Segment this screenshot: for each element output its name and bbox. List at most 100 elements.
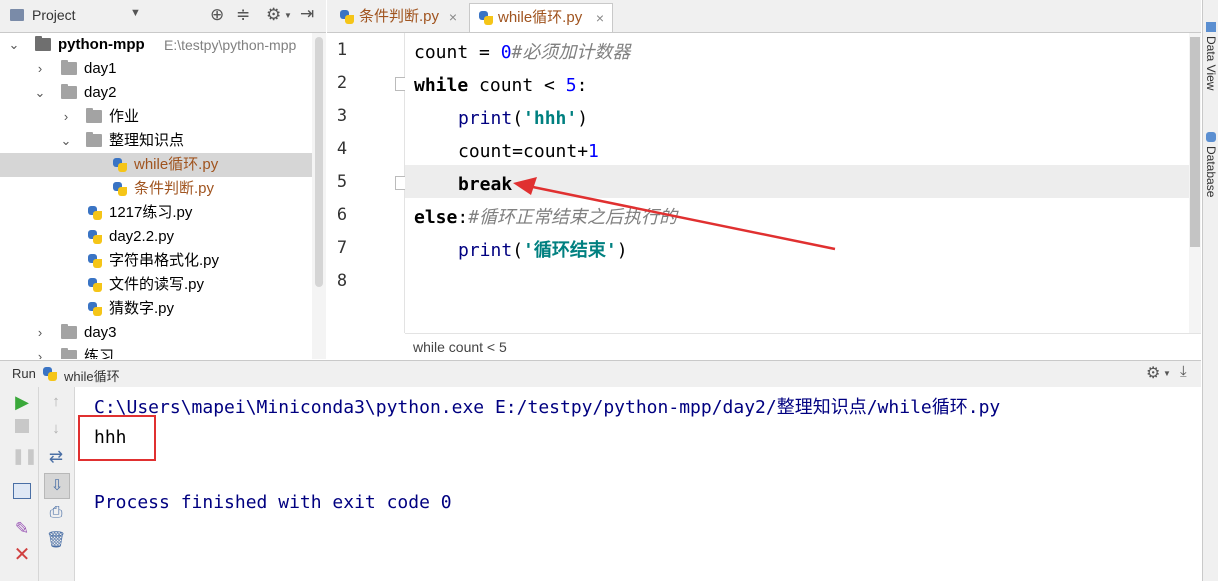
line-number: 1 — [336, 40, 348, 60]
tree-node-condition-file[interactable]: 条件判断.py — [0, 177, 312, 201]
line-number: 8 — [336, 271, 348, 291]
chevron-down-icon[interactable]: ⌄ — [60, 129, 72, 153]
scroll-down-icon[interactable]: ↓ — [46, 419, 66, 439]
right-tool-strip: Data View Database — [1202, 0, 1218, 360]
tree-label: while循环.py — [134, 156, 219, 173]
run-toolbar-secondary: ↑ ↓ ⇄ ⇩ ⎙ 🗑 — [39, 387, 75, 581]
tree-label: 字符串格式化.py — [109, 252, 220, 269]
rerun-icon[interactable]: ▶ — [12, 392, 32, 412]
tree-label: 作业 — [109, 108, 140, 125]
python-file-icon — [87, 277, 103, 293]
run-settings-gear-icon[interactable]: ⚙ — [1146, 363, 1160, 383]
hide-icon[interactable]: ⇥ — [300, 4, 314, 24]
chevron-right-icon[interactable]: › — [34, 321, 46, 345]
folder-icon — [61, 324, 77, 339]
trash-icon[interactable]: 🗑 — [46, 531, 66, 551]
tab-label: while循环.py — [498, 9, 583, 26]
tree-label: python-mpp — [58, 36, 145, 53]
locate-icon[interactable]: ⊕ — [210, 5, 224, 25]
console-output[interactable]: C:\Users\mapei\Miniconda3\python.exe E:/… — [75, 387, 1201, 581]
line-number: 4 — [336, 139, 348, 159]
tree-label: 猜数字.py — [109, 300, 175, 317]
layout-icon[interactable] — [12, 483, 32, 503]
folder-icon — [61, 60, 77, 75]
tree-node-notes[interactable]: ⌄ 整理知识点 — [0, 129, 312, 153]
chevron-down-icon[interactable]: ⌄ — [8, 33, 20, 57]
tree-node-homework[interactable]: › 作业 — [0, 105, 312, 129]
data-view-tab[interactable]: Data View — [1204, 36, 1218, 90]
tree-label: day1 — [84, 60, 117, 77]
python-file-icon — [42, 366, 58, 382]
annotation-box — [78, 415, 156, 461]
folder-icon — [61, 84, 77, 99]
tree-node-day1[interactable]: › day1 — [0, 57, 312, 81]
editor-scrollbar[interactable] — [1189, 33, 1201, 333]
gear-icon[interactable]: ⚙ — [266, 5, 281, 25]
console-command-line: C:\Users\mapei\Miniconda3\python.exe E:/… — [94, 397, 1001, 418]
tree-node-while-file[interactable]: while循环.py — [0, 153, 312, 177]
python-file-icon — [87, 205, 103, 221]
run-right-strip — [1202, 360, 1218, 581]
scroll-to-end-icon[interactable]: ⇩ — [44, 473, 70, 499]
tab-condition-file[interactable]: 条件判断.py × — [331, 3, 465, 32]
tree-node-day22-file[interactable]: day2.2.py — [0, 225, 312, 249]
tree-node-1217-file[interactable]: 1217练习.py — [0, 201, 312, 225]
tree-node-fileio-file[interactable]: 文件的读写.py — [0, 273, 312, 297]
python-file-icon — [478, 10, 494, 26]
code-editor[interactable]: count = 0#必须加计数器 while count < 5: print(… — [405, 33, 1189, 333]
tree-label: 条件判断.py — [134, 180, 215, 197]
tab-while-file[interactable]: while循环.py × — [469, 3, 613, 32]
close-tab-icon[interactable]: × — [596, 4, 604, 32]
project-panel-title[interactable]: Project — [32, 7, 76, 23]
run-config-name[interactable]: while循环 — [64, 366, 120, 385]
project-tree: ⌄ python-mpp E:\testpy\python-mpp › day1… — [0, 33, 312, 359]
console-exit-line: Process finished with exit code 0 — [94, 492, 452, 513]
project-panel-header: Project ▼ ⊕ ≑ ⚙ ▼ ⇥ — [0, 0, 326, 33]
tree-node-guess-file[interactable]: 猜数字.py — [0, 297, 312, 321]
collapse-icon[interactable]: ≑ — [236, 5, 250, 25]
tree-label: 文件的读写.py — [109, 276, 205, 293]
close-icon[interactable]: ✕ — [12, 545, 32, 565]
editor-gutter: 1 2 3 4 5 6 7 8 — [327, 33, 409, 333]
annotation-arrow — [513, 177, 836, 251]
folder-icon — [61, 348, 77, 359]
tree-node-root[interactable]: ⌄ python-mpp E:\testpy\python-mpp — [0, 33, 312, 57]
line-number: 6 — [336, 205, 348, 225]
scrollbar-thumb[interactable] — [1190, 37, 1200, 247]
python-file-icon — [112, 157, 128, 173]
line-number: 2 — [336, 73, 348, 93]
tree-node-format-file[interactable]: 字符串格式化.py — [0, 249, 312, 273]
tree-node-day3[interactable]: › day3 — [0, 321, 312, 345]
soft-wrap-icon[interactable]: ⇄ — [46, 447, 66, 467]
close-tab-icon[interactable]: × — [449, 3, 457, 31]
scrollbar-thumb[interactable] — [315, 37, 323, 287]
tree-path: E:\testpy\python-mpp — [164, 37, 297, 53]
gear-dropdown-icon[interactable]: ▼ — [284, 11, 292, 20]
run-label: Run — [12, 366, 36, 381]
tree-label: 1217练习.py — [109, 204, 193, 221]
python-file-icon — [87, 229, 103, 245]
minimize-icon[interactable]: ⤓ — [1180, 363, 1187, 380]
tree-node-day2[interactable]: ⌄ day2 — [0, 81, 312, 105]
line-number: 5 — [336, 172, 348, 192]
gear-dropdown-icon[interactable]: ▼ — [1163, 369, 1171, 378]
database-tab[interactable]: Database — [1204, 146, 1218, 197]
chevron-right-icon[interactable]: › — [34, 57, 46, 81]
tree-node-practice[interactable]: › 练习 — [0, 345, 312, 359]
chevron-right-icon[interactable]: › — [34, 345, 46, 359]
tree-label: 整理知识点 — [109, 132, 185, 149]
tree-label: 练习 — [84, 348, 115, 359]
breadcrumb[interactable]: while count < 5 — [405, 333, 1201, 359]
project-dropdown-icon[interactable]: ▼ — [130, 7, 141, 19]
chevron-down-icon[interactable]: ⌄ — [34, 81, 46, 105]
data-view-icon — [1206, 22, 1216, 32]
print-icon[interactable]: ⎙ — [46, 503, 66, 523]
stop-icon[interactable] — [12, 419, 32, 439]
pin-icon[interactable]: ✎ — [12, 519, 32, 539]
project-scrollbar[interactable] — [312, 33, 326, 359]
chevron-right-icon[interactable]: › — [60, 105, 72, 129]
pause-icon[interactable]: ❚❚ — [12, 447, 37, 467]
run-panel-header: Run while循环 ⚙ ▼ ⤓ — [0, 360, 1201, 388]
scroll-up-icon[interactable]: ↑ — [46, 392, 66, 412]
folder-icon — [86, 132, 102, 147]
